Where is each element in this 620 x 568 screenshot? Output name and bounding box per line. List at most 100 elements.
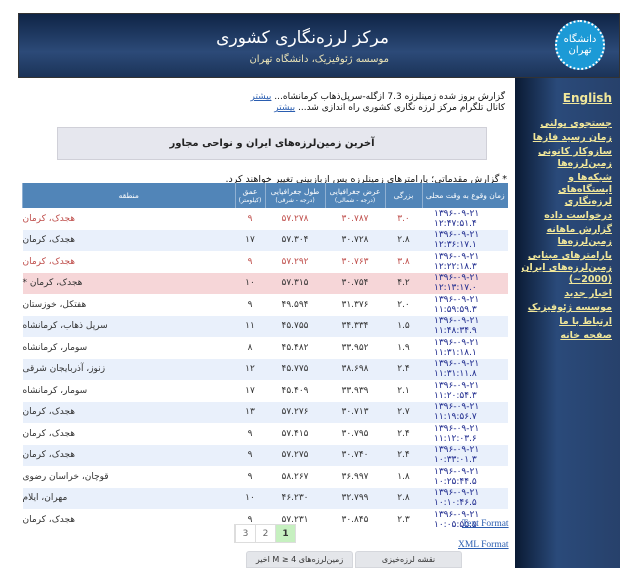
cell-mag: ۲.۱ bbox=[397, 385, 410, 396]
pagination: 321 bbox=[234, 524, 296, 543]
cell-mag: ۱.۹ bbox=[397, 342, 410, 353]
table-row[interactable]: ۱۳۹۶-۰۹-۲۱ ۱۱:۴۸:۳۴.۹ ۱.۵ ۳۴.۳۳۴ ۴۵.۷۵۵ ۱۱ سر… bbox=[22, 315, 508, 337]
cell-region: هجدک، کرمان bbox=[22, 229, 235, 251]
cell-time[interactable]: ۱۳۹۶-۰۹-۲۱ ۱۱:۳۱:۱۸.۱ bbox=[422, 337, 508, 359]
col-mag[interactable]: بزرگی bbox=[384, 183, 422, 208]
col-lon[interactable]: طول جغرافیایی (درجه - شرقی) bbox=[264, 183, 325, 208]
cell-time[interactable]: ۱۳۹۶-۰۹-۲۱ ۱۱:۱۹:۵۶.۷ bbox=[422, 401, 508, 423]
seismicity-map-button[interactable]: نقشه لرزه‌خیزی bbox=[355, 551, 462, 568]
cell-lon: ۵۷.۴۱۵ bbox=[281, 428, 309, 439]
cell-depth: ۱۰ bbox=[235, 272, 265, 294]
cell-lat: ۳۴.۳۳۴ bbox=[325, 315, 385, 337]
cell-depth: ۱۷ bbox=[245, 385, 255, 396]
table-row[interactable]: ۱۳۹۶-۰۹-۲۱ ۱۱:۳۱:۱۸.۱ ۱.۹ ۳۳.۹۵۲ ۴۵.۴۸۲ ۸ سوم… bbox=[23, 337, 509, 359]
cell-mag: ۲.۰ bbox=[397, 299, 410, 310]
cell-time[interactable]: ۱۳۹۶-۰۹-۲۱ ۱۱:۴۸:۳۴.۹ bbox=[422, 315, 508, 337]
page-1[interactable]: 1 bbox=[275, 525, 295, 542]
table-row[interactable]: ۱۳۹۶-۰۹-۲۱ ۱۱:۵۹:۵۹.۳ ۲.۰ ۳۱.۳۷۶ ۴۹.۵۹۴ ۹ هفت… bbox=[23, 294, 509, 316]
cell-mag: ۳.۸ bbox=[397, 256, 410, 267]
xml-format-link[interactable]: XML Format bbox=[458, 540, 509, 550]
cell-time[interactable]: ۱۳۹۶-۰۹-۲۱ ۱۲:۳۶:۱۷.۱ bbox=[422, 229, 508, 251]
sidebar: English جستجوی پولنی زمان رسید فازها سازوک… bbox=[515, 78, 620, 568]
cell-lat: ۳۰.۷۴۰ bbox=[325, 444, 385, 466]
sidebar-item[interactable]: درخواست داده bbox=[515, 210, 612, 222]
table-row[interactable]: ۱۳۹۶-۰۹-۲۱ ۱۰:۱۰:۴۶.۵ ۲.۸ ۳۲.۷۹۹ ۴۶.۲۳۰ ۱۰ مه… bbox=[22, 487, 508, 509]
cell-depth: ۱۰ bbox=[235, 487, 265, 509]
sidebar-item[interactable]: اخبار جدید bbox=[515, 288, 612, 300]
table-row[interactable]: ۱۳۹۶-۰۹-۲۱ ۱۰:۲۵:۴۴.۵ ۱.۸ ۳۶.۹۹۷ ۵۸.۲۶۷ ۹ قوچ… bbox=[23, 466, 509, 488]
recent-m4-button[interactable]: زمین‌لرزه‌های M ≥ 4 اخیر bbox=[246, 551, 353, 568]
cell-lon: ۵۷.۳۱۵ bbox=[265, 272, 325, 294]
cell-mag: ۲.۴ bbox=[385, 444, 422, 466]
main-content: گزارش بروز شده زمینلرزه 7.3 ازگله-سرپل‌ذ… bbox=[18, 78, 515, 568]
cell-lat: ۳۲.۷۹۹ bbox=[325, 487, 385, 509]
university-logo[interactable]: دانشگاه تهران bbox=[555, 20, 605, 70]
cell-region: هفتکل، خوزستان bbox=[22, 299, 87, 310]
cell-time[interactable]: ۱۳۹۶-۰۹-۲۱ ۱۱:۵۹:۵۹.۳ bbox=[422, 294, 508, 316]
cell-lat: ۳۳.۹۳۹ bbox=[341, 385, 369, 396]
cell-time[interactable]: ۱۳۹۶-۰۹-۲۱ ۱۱:۲۰:۵۴.۳ bbox=[422, 380, 508, 402]
news-item: کانال تلگرام مرکز لرزه نگاری کشوری راه ا… bbox=[251, 103, 505, 114]
cell-depth: ۹ bbox=[247, 471, 253, 482]
col-depth[interactable]: عمق (کیلومتر) bbox=[234, 183, 265, 208]
cell-time[interactable]: ۱۳۹۶-۰۹-۲۱ ۱۲:۲۲:۱۸.۳ bbox=[422, 251, 508, 273]
table-row[interactable]: ۱۳۹۶-۰۹-۲۱ ۱۲:۱۳:۱۷.۰ ۴.۲ ۳۰.۷۵۴ ۵۷.۳۱۵ ۱۰ هج… bbox=[22, 272, 508, 294]
more-link[interactable]: بیشتر bbox=[274, 103, 295, 113]
cell-region: سومار، کرمانشاه bbox=[22, 342, 88, 353]
cell-lat: ۳۸.۶۹۸ bbox=[325, 358, 385, 380]
sidebar-item[interactable]: صفحه خانه bbox=[515, 330, 612, 342]
more-link[interactable]: بیشتر bbox=[251, 92, 272, 102]
cell-lat: ۳۰.۷۲۸ bbox=[325, 229, 385, 251]
news-text: کانال تلگرام مرکز لرزه نگاری کشوری راه ا… bbox=[295, 103, 505, 113]
table-row[interactable]: ۱۳۹۶-۰۹-۲۱ ۱۱:۱۲:۰۳.۶ ۲.۴ ۳۰.۷۹۵ ۵۷.۴۱۵ ۹ هجد… bbox=[23, 423, 509, 445]
cell-time[interactable]: ۱۳۹۶-۰۹-۲۱ ۱۱:۳۱:۱۱.۸ bbox=[422, 358, 508, 380]
page-3[interactable]: 3 bbox=[235, 525, 255, 542]
sidebar-item[interactable]: موسسه ژئوفیزیک bbox=[515, 302, 612, 314]
cell-lon: ۴۵.۴۸۲ bbox=[281, 342, 309, 353]
cell-time[interactable]: ۱۳۹۶-۰۹-۲۱ ۱۱:۱۲:۰۳.۶ bbox=[422, 423, 508, 445]
cell-mag: ۳.۰ bbox=[397, 213, 410, 224]
cell-depth: ۹ bbox=[247, 213, 253, 224]
table-row[interactable]: ۱۳۹۶-۰۹-۲۱ ۱۰:۳۳:۰۱.۳ ۲.۴ ۳۰.۷۴۰ ۵۷.۲۷۵ ۹ هجد… bbox=[22, 444, 508, 466]
table-row[interactable]: ۱۳۹۶-۰۹-۲۱ ۱۲:۳۶:۱۷.۱ ۲.۸ ۳۰.۷۲۸ ۵۷.۳۰۴ ۱۷ هج… bbox=[22, 229, 508, 251]
cell-lat: ۳۰.۷۹۵ bbox=[341, 428, 369, 439]
cell-lon: ۵۸.۲۶۷ bbox=[281, 471, 309, 482]
page-2[interactable]: 2 bbox=[255, 525, 275, 542]
cell-time[interactable]: ۱۳۹۶-۰۹-۲۱ ۱۰:۳۳:۰۱.۳ bbox=[422, 444, 508, 466]
table-row[interactable]: ۱۳۹۶-۰۹-۲۱ ۱۲:۴۷:۵۱.۴ ۳.۰ ۳۰.۷۸۷ ۵۷.۲۷۸ ۹ هجد… bbox=[23, 208, 509, 230]
table-row[interactable]: ۱۳۹۶-۰۹-۲۱ ۱۲:۲۲:۱۸.۳ ۳.۸ ۳۰.۷۶۳ ۵۷.۲۹۲ ۹ هجد… bbox=[23, 251, 509, 273]
cell-lat: ۳۰.۸۴۵ bbox=[341, 514, 369, 525]
cell-time[interactable]: ۱۳۹۶-۰۹-۲۱ ۱۰:۲۵:۴۴.۵ bbox=[422, 466, 508, 488]
cell-lat: ۳۰.۷۸۷ bbox=[341, 213, 369, 224]
english-link[interactable]: English bbox=[515, 92, 612, 104]
cell-mag: ۲.۸ bbox=[385, 487, 422, 509]
cell-mag: ۲.۴ bbox=[397, 428, 410, 439]
col-lat[interactable]: عرض جغرافیایی (درجه - شمالی) bbox=[324, 183, 385, 208]
sidebar-item[interactable]: سازوکار کانونی زمین‌لرزه‌ها bbox=[515, 146, 612, 170]
cell-region: هجدک، کرمان bbox=[22, 401, 235, 423]
col-time[interactable]: زمان وقوع به وقت محلی bbox=[421, 183, 508, 208]
col-region[interactable]: منطقه bbox=[22, 183, 235, 208]
cell-region: هجدک، کرمان * bbox=[22, 272, 235, 294]
cell-lon: ۵۷.۲۷۶ bbox=[265, 401, 325, 423]
table-row[interactable]: ۱۳۹۶-۰۹-۲۱ ۱۱:۲۰:۵۴.۳ ۲.۱ ۳۳.۹۳۹ ۴۵.۴۰۹ ۱۷ سو… bbox=[23, 380, 509, 402]
text-format-link[interactable]: Text Format bbox=[462, 519, 509, 529]
sidebar-item[interactable]: پارامترهای مبنایی زمین‌لرزه‌های ایران (2… bbox=[515, 250, 612, 286]
table-row[interactable]: ۱۳۹۶-۰۹-۲۱ ۱۱:۳۱:۱۱.۸ ۲.۴ ۳۸.۶۹۸ ۴۵.۷۷۵ ۱۲ زن… bbox=[22, 358, 508, 380]
cell-region: سرپل ذهاب، کرمانشاه bbox=[22, 315, 235, 337]
cell-region: مهران، ایلام bbox=[22, 487, 235, 509]
sidebar-item[interactable]: زمان رسید فازها bbox=[515, 132, 612, 144]
sidebar-item[interactable]: ارتباط با ما bbox=[515, 316, 612, 328]
cell-lat: ۳۱.۳۷۶ bbox=[341, 299, 369, 310]
cell-depth: ۹ bbox=[247, 256, 253, 267]
cell-mag: ۲.۴ bbox=[385, 358, 422, 380]
sidebar-item[interactable]: جستجوی پولنی bbox=[515, 118, 612, 130]
cell-lon: ۵۷.۲۹۲ bbox=[281, 256, 309, 267]
cell-time[interactable]: ۱۳۹۶-۰۹-۲۱ ۱۲:۱۳:۱۷.۰ bbox=[422, 272, 508, 294]
table-row[interactable]: ۱۳۹۶-۰۹-۲۱ ۱۱:۱۹:۵۶.۷ ۲.۷ ۳۰.۷۱۳ ۵۷.۲۷۶ ۱۳ هج… bbox=[22, 401, 508, 423]
sidebar-item[interactable]: شبکه‌ها و ایستگاه‌های لرزه‌نگاری bbox=[515, 172, 612, 208]
cell-time[interactable]: ۱۳۹۶-۰۹-۲۱ ۱۰:۱۰:۴۶.۵ bbox=[422, 487, 508, 509]
cell-mag: ۴.۲ bbox=[385, 272, 422, 294]
sidebar-item[interactable]: گزارش ماهانه زمین‌لرزه‌ها bbox=[515, 224, 612, 248]
cell-time[interactable]: ۱۳۹۶-۰۹-۲۱ ۱۲:۴۷:۵۱.۴ bbox=[422, 208, 508, 230]
